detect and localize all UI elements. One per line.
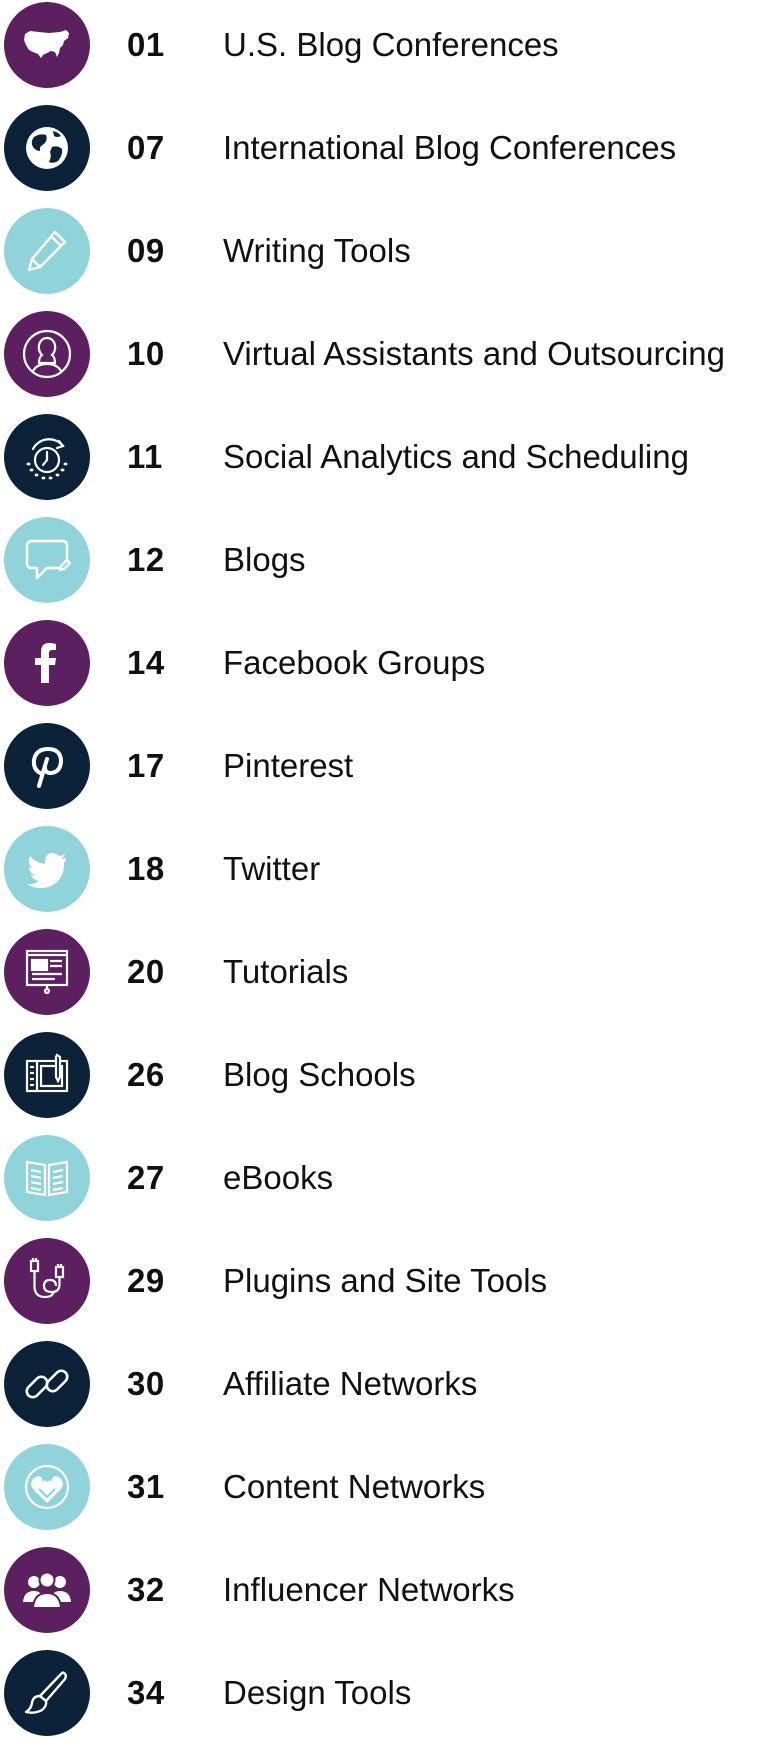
toc-entry-design-tools[interactable]: 34 Design Tools xyxy=(0,1648,770,1738)
entry-title: Social Analytics and Scheduling xyxy=(223,438,689,475)
page-number: 26 xyxy=(127,1056,165,1093)
presentation-board-icon xyxy=(4,929,90,1015)
entry-title: Design Tools xyxy=(223,1674,412,1711)
entry-title: Affiliate Networks xyxy=(223,1365,478,1402)
page-number: 31 xyxy=(127,1468,165,1505)
toc-entry-social-analytics[interactable]: 11 Social Analytics and Scheduling xyxy=(0,412,770,502)
facebook-icon xyxy=(4,620,90,706)
page-number: 17 xyxy=(127,747,165,784)
pinterest-icon xyxy=(4,723,90,809)
toc-entry-plugins-site-tools[interactable]: 29 Plugins and Site Tools xyxy=(0,1236,770,1326)
entry-title: Twitter xyxy=(223,850,321,887)
toc-entry-pinterest[interactable]: 17 Pinterest xyxy=(0,721,770,811)
toc-entry-twitter[interactable]: 18 Twitter xyxy=(0,824,770,914)
toc-entry-international-blog-conferences[interactable]: 07 International Blog Conferences xyxy=(0,103,770,193)
speech-bubble-pencil-icon xyxy=(4,517,90,603)
page-number: 10 xyxy=(127,335,165,372)
entry-title: Virtual Assistants and Outsourcing xyxy=(223,335,725,372)
page-number: 20 xyxy=(127,953,165,990)
toc-entry-blog-schools[interactable]: 26 Blog Schools xyxy=(0,1030,770,1120)
toc-entry-affiliate-networks[interactable]: 30 Affiliate Networks xyxy=(0,1339,770,1429)
cable-plug-icon xyxy=(4,1238,90,1324)
page-number: 11 xyxy=(127,438,163,475)
usa-map-icon xyxy=(4,2,90,88)
group-people-icon xyxy=(4,1547,90,1633)
entry-title: Content Networks xyxy=(223,1468,486,1505)
person-icon xyxy=(4,311,90,397)
page-number: 07 xyxy=(127,129,165,166)
stopwatch-icon xyxy=(4,414,90,500)
page-number: 01 xyxy=(127,26,165,63)
entry-title: Blogs xyxy=(223,541,306,578)
page-number: 32 xyxy=(127,1571,165,1608)
toc-entry-content-networks[interactable]: 31 Content Networks xyxy=(0,1442,770,1532)
toc-entry-tutorials[interactable]: 20 Tutorials xyxy=(0,927,770,1017)
entry-title: Pinterest xyxy=(223,747,354,784)
twitter-bird-icon xyxy=(4,826,90,912)
paintbrush-icon xyxy=(4,1650,90,1736)
page-number: 09 xyxy=(127,232,165,269)
chain-link-icon xyxy=(4,1341,90,1427)
page-number: 29 xyxy=(127,1262,165,1299)
open-book-icon xyxy=(4,1135,90,1221)
entry-title: Tutorials xyxy=(223,953,349,990)
page-number: 18 xyxy=(127,850,165,887)
toc-entry-writing-tools[interactable]: 09 Writing Tools xyxy=(0,206,770,296)
heart-network-icon xyxy=(4,1444,90,1530)
entry-title: U.S. Blog Conferences xyxy=(223,26,559,63)
globe-icon xyxy=(4,105,90,191)
page-number: 34 xyxy=(127,1674,165,1711)
page-number: 27 xyxy=(127,1159,165,1196)
toc-entry-virtual-assistants[interactable]: 10 Virtual Assistants and Outsourcing xyxy=(0,309,770,399)
entry-title: Plugins and Site Tools xyxy=(223,1262,548,1299)
entry-title: Facebook Groups xyxy=(223,644,486,681)
entry-title: International Blog Conferences xyxy=(223,129,677,166)
page-number: 14 xyxy=(127,644,165,681)
pencil-icon xyxy=(4,208,90,294)
entry-title: eBooks xyxy=(223,1159,334,1196)
entry-title: Writing Tools xyxy=(223,232,411,269)
toc-entry-us-blog-conferences[interactable]: 01 U.S. Blog Conferences xyxy=(0,0,770,90)
tablet-pen-icon xyxy=(4,1032,90,1118)
entry-title: Influencer Networks xyxy=(223,1571,515,1608)
toc-entry-blogs[interactable]: 12 Blogs xyxy=(0,515,770,605)
toc-entry-facebook-groups[interactable]: 14 Facebook Groups xyxy=(0,618,770,708)
toc-entry-influencer-networks[interactable]: 32 Influencer Networks xyxy=(0,1545,770,1635)
toc-entry-ebooks[interactable]: 27 eBooks xyxy=(0,1133,770,1223)
table-of-contents: 01 U.S. Blog Conferences 07 Internationa… xyxy=(0,0,770,1745)
entry-title: Blog Schools xyxy=(223,1056,416,1093)
page-number: 12 xyxy=(127,541,165,578)
page-number: 30 xyxy=(127,1365,165,1402)
